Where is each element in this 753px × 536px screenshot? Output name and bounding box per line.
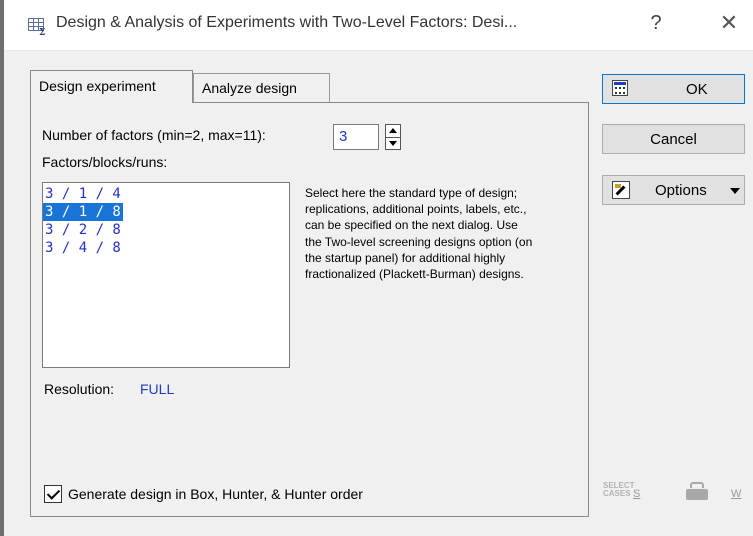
arrow-down-icon [389,141,397,146]
close-button[interactable]: ✕ [714,10,744,36]
resolution-label: Resolution: [44,381,115,397]
tab-analyze-design[interactable]: Analyze design [193,73,330,102]
design-listbox[interactable]: 3 / 1 / 4 3 / 1 / 8 3 / 2 / 8 3 / 4 / 8 [42,182,290,368]
tab-label: Design experiment [39,78,156,94]
options-button[interactable]: Options [602,175,745,205]
cancel-button[interactable]: Cancel [602,124,745,154]
weight-icon [686,482,710,500]
options-label: Options [655,182,707,199]
weight-shortcut: W [731,488,742,500]
spin-up-button[interactable] [386,125,400,138]
spreadsheet-icon [612,80,628,96]
list-item[interactable]: 3 / 1 / 4 [43,185,123,203]
cancel-label: Cancel [650,131,697,148]
num-factors-spinner[interactable] [385,124,401,150]
num-factors-label: Number of factors (min=2, max=11): [42,127,266,143]
select-cases-shortcut: S [633,488,641,500]
window-title: Design & Analysis of Experiments with Tw… [56,14,518,31]
help-button[interactable]: ? [644,12,668,35]
generate-order-checkbox[interactable] [44,485,62,503]
svg-text:Σ: Σ [39,28,45,36]
list-item[interactable]: 3 / 4 / 8 [43,239,123,257]
select-cases-icon: SELECT CASES [603,481,635,498]
num-factors-input[interactable]: 3 [333,124,379,150]
ok-label: OK [686,81,708,98]
app-icon: Σ [28,18,45,36]
weight-button[interactable]: W [684,478,744,506]
select-cases-button[interactable]: SELECT CASES S [603,478,645,506]
tab-label: Analyze design [202,80,297,96]
list-item[interactable]: 3 / 2 / 8 [43,221,123,239]
factors-list-label: Factors/blocks/runs: [42,154,168,170]
checkmark-icon [46,486,61,500]
title-bar: Σ Design & Analysis of Experiments with … [4,0,753,51]
window-left-edge [0,0,4,536]
list-item-selected[interactable]: 3 / 1 / 8 [43,203,123,221]
resolution-value: FULL [140,381,175,397]
tab-design-experiment[interactable]: Design experiment [30,70,193,103]
tab-join [31,101,192,104]
generate-order-label[interactable]: Generate design in Box, Hunter, & Hunter… [68,486,363,502]
chevron-down-icon [730,188,740,194]
arrow-up-icon [389,128,397,133]
design-help-text: Select here the standard type of design;… [305,186,533,282]
options-hammer-icon [612,181,630,199]
spin-down-button[interactable] [386,138,400,150]
ok-button[interactable]: OK [602,74,745,104]
